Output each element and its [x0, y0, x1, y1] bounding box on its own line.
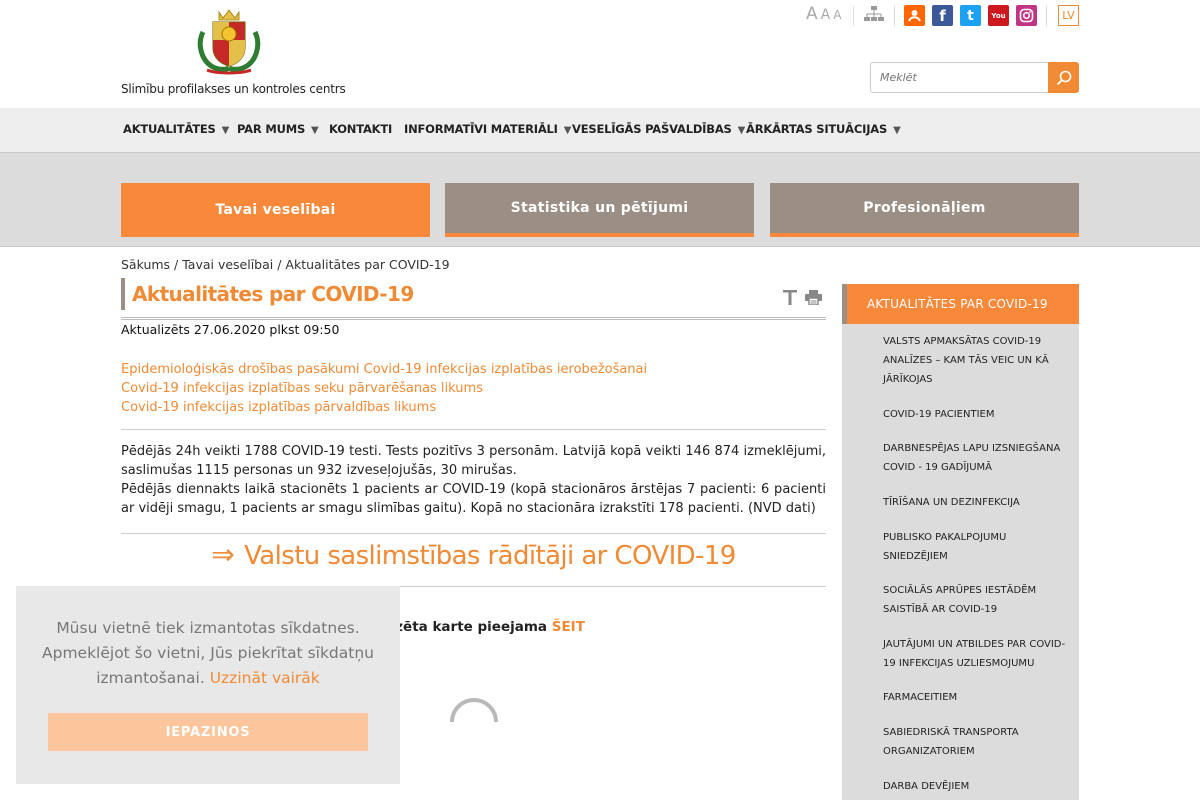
draugiem-icon[interactable]: [904, 5, 925, 26]
sidebar-item-publisko-pakalpojumu[interactable]: PUBLISKO PAKALPOJUMU SNIEDZĒJIEM: [883, 528, 1071, 566]
sidebar-item-tirisana[interactable]: TĪRĪŠANA UN DEZINFEKCIJA: [883, 493, 1071, 512]
sidebar-item-transporta[interactable]: SABIEDRISKĀ TRANSPORTA ORGANIZATORIEM: [883, 723, 1071, 761]
chevron-down-icon: ▼: [221, 125, 230, 136]
search-input[interactable]: [871, 63, 1049, 92]
sidebar-item-farmaceitiem[interactable]: FARMACEITIEM: [883, 688, 1071, 707]
sitemap-icon[interactable]: [864, 6, 884, 24]
tile-profesionaliem[interactable]: Profesionāļiem: [770, 183, 1079, 237]
font-size-medium[interactable]: A: [821, 7, 831, 23]
tile-statistika[interactable]: Statistika un pētījumi: [445, 183, 754, 237]
nav-item-arkartas-situacijas[interactable]: ĀRKĀRTAS SITUĀCIJAS ▼: [746, 122, 901, 136]
title-bar: Aktualitātes par COVID-19: [121, 278, 826, 320]
nav-item-veseligas-pasvaldibas[interactable]: VESELĪGĀS PAŠVALDĪBAS ▼: [572, 122, 745, 136]
sidebar-item-darba-devejiem[interactable]: DARBA DEVĒJIEM: [883, 777, 1071, 796]
stats-paragraph-hospital: Pēdējās diennakts laikā stacionēts 1 pac…: [121, 482, 826, 516]
header-divider: [894, 6, 895, 26]
stats-paragraph-tests: Pēdējās 24h veikti 1788 COVID-19 testi. …: [121, 444, 826, 478]
updated-date: Aktualizēts 27.06.2020 plkst 09:50: [121, 322, 340, 337]
cookie-text: Mūsu vietnē tiek izmantotas sīkdatnes. A…: [42, 619, 374, 687]
twitter-icon[interactable]: t: [960, 5, 981, 26]
sidebar-item-jautajumi[interactable]: JAUTĀJUMI UN ATBILDES PAR COVID-19 INFEK…: [883, 635, 1071, 673]
font-size-large[interactable]: A: [806, 4, 818, 24]
divider: [121, 533, 826, 534]
cookie-banner: Mūsu vietnē tiek izmantotas sīkdatnes. A…: [16, 586, 400, 784]
coat-of-arms-icon: [197, 9, 261, 75]
facebook-icon[interactable]: f: [932, 5, 953, 26]
font-size-controls: A A A: [806, 4, 841, 24]
cookie-accept-button[interactable]: IEPAZINOS: [48, 713, 368, 751]
search-icon: [1056, 70, 1071, 85]
sidebar-heading[interactable]: AKTUALITĀTES PAR COVID-19: [842, 284, 1079, 324]
main-nav: AKTUALITĀTES ▼ PAR MUMS ▼ KONTAKTI INFORMA…: [0, 108, 1200, 153]
search-box: [870, 62, 1079, 93]
text-size-icon[interactable]: [783, 290, 797, 305]
link-izplatibas-parvaldibas-likums[interactable]: Covid-19 infekcijas izplatības pārvaldīb…: [121, 398, 647, 417]
double-arrow-right-icon: ⇒: [211, 538, 235, 571]
language-switch[interactable]: LV: [1058, 5, 1079, 26]
countries-heading[interactable]: ⇒ Valstu saslimstības rādītāji ar COVID-1…: [121, 538, 826, 571]
nav-item-informativi-materiali[interactable]: INFORMATĪVI MATERIĀLI ▼: [404, 122, 571, 136]
link-seku-parvaresanas-likums[interactable]: Covid-19 infekcijas izplatības seku pārv…: [121, 379, 647, 398]
page-title: Aktualitātes par COVID-19: [132, 282, 414, 306]
sidebar-item-darbnespejas-lapu[interactable]: DARBNESPĒJAS LAPU IZSNIEGŠANA COVID - 19…: [883, 439, 1071, 477]
divider: [121, 429, 826, 430]
cookie-more-link[interactable]: Uzzināt vairāk: [210, 669, 320, 687]
tile-tavai-veselibai[interactable]: Tavai veselībai: [121, 183, 430, 237]
chevron-down-icon: ▼: [737, 125, 746, 136]
search-button[interactable]: [1048, 62, 1079, 93]
youtube-icon[interactable]: You: [988, 5, 1009, 26]
nav-item-kontakti[interactable]: KONTAKTI: [329, 122, 392, 136]
logo-text: Slimību profilakses un kontroles centrs: [121, 82, 346, 96]
chevron-down-icon: ▼: [311, 125, 319, 136]
stats-text: Pēdējās 24h veikti 1788 COVID-19 testi. …: [121, 442, 826, 518]
title-accent: [121, 278, 125, 310]
sidebar-item-pacientiem[interactable]: COVID-19 PACIENTIEM: [883, 405, 1071, 424]
site-logo[interactable]: Slimību profilakses un kontroles centrs: [121, 4, 346, 99]
title-tools: [783, 290, 822, 305]
section-tiles: Tavai veselībai Statistika un pētījumi P…: [0, 153, 1200, 247]
sidebar-item-socialas-aprupes[interactable]: SOCIĀLĀS APRŪPES IESTĀDĒM SAISTĪBĀ AR CO…: [883, 581, 1071, 619]
nav-item-aktualitates[interactable]: AKTUALITĀTES ▼: [123, 122, 229, 136]
site-header: Slimību profilakses un kontroles centrs …: [0, 0, 1200, 108]
font-size-small[interactable]: A: [833, 8, 841, 22]
loading-spinner-icon: [450, 698, 498, 723]
chevron-down-icon: ▼: [893, 125, 901, 136]
header-divider: [853, 6, 854, 26]
breadcrumb[interactable]: Sākums / Tavai veselībai / Aktualitātes …: [121, 257, 450, 272]
map-link[interactable]: ŠEIT: [552, 619, 585, 635]
instagram-icon[interactable]: [1016, 5, 1037, 26]
law-links: Epidemioloģiskās drošības pasākumi Covid…: [121, 360, 647, 417]
header-divider: [1046, 6, 1047, 26]
sidebar: AKTUALITĀTES PAR COVID-19 VALSTS APMAKSĀ…: [842, 284, 1079, 800]
nav-item-par-mums[interactable]: PAR MUMS ▼: [237, 122, 319, 136]
print-icon[interactable]: [805, 290, 822, 305]
chevron-down-icon: ▼: [563, 125, 572, 136]
sidebar-item-analizes[interactable]: VALSTS APMAKSĀTAS COVID-19 ANALĪZES – KA…: [883, 332, 1071, 389]
link-epidemiologiskas-drosibas[interactable]: Epidemioloģiskās drošības pasākumi Covid…: [121, 360, 647, 379]
